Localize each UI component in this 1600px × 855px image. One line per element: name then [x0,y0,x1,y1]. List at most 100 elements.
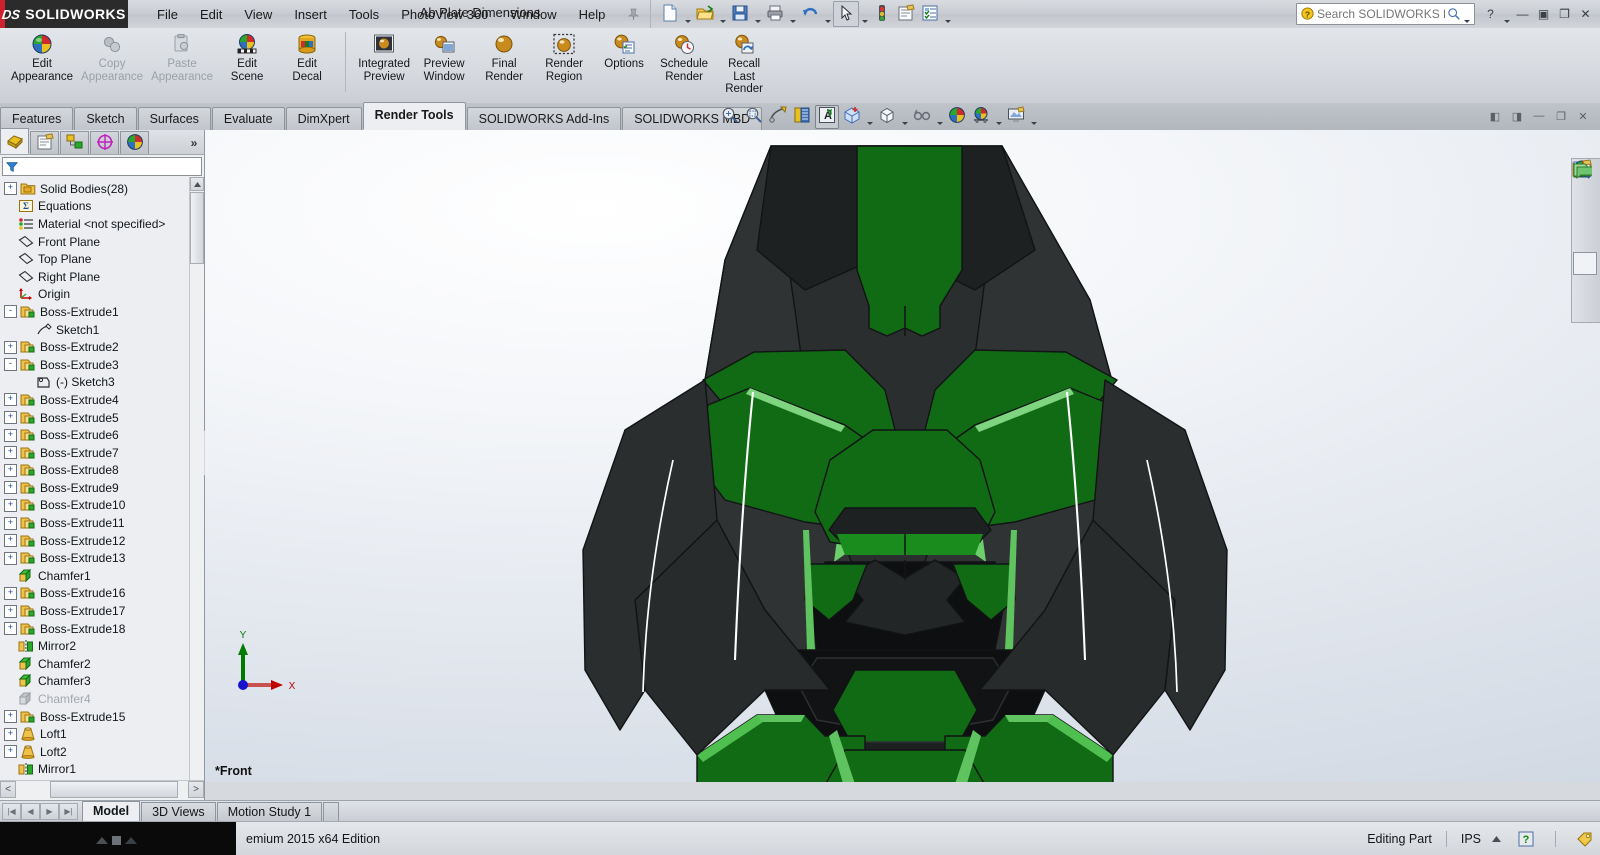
search-help-box[interactable]: ? [1296,3,1475,25]
taskbar-button[interactable] [0,822,236,855]
restore-down-doc-button[interactable]: ❐ [1552,107,1570,125]
tree-toggle[interactable]: - [4,305,17,319]
print-caret[interactable] [787,0,798,30]
tree-node[interactable]: + Boss-Extrude2 [0,338,190,356]
minimize-button[interactable]: — [1513,5,1532,24]
apply-scene-button[interactable] [946,106,968,128]
restore-doc-left-button[interactable]: ◧ [1486,107,1504,125]
tree-node[interactable]: Top Plane [0,250,190,268]
integrated-preview-button[interactable]: Integrated Preview [354,28,414,83]
configuration-manager-tab[interactable] [60,131,89,154]
open-document-caret[interactable] [717,0,728,30]
hide-show-items-button[interactable] [876,106,898,128]
view-settings-caret[interactable] [993,103,1004,131]
first-tab-button[interactable]: |◀ [2,803,21,820]
custom-properties-button[interactable] [1573,163,1597,321]
tree-node[interactable]: + Boss-Extrude8 [0,462,190,480]
close-button[interactable]: ✕ [1576,5,1595,24]
new-document-button[interactable] [658,2,682,26]
menu-view[interactable]: View [233,3,283,26]
dimxpert-manager-tab[interactable] [90,131,119,154]
tree-toggle[interactable]: + [4,516,17,530]
hscroll-thumb[interactable] [50,781,178,798]
tree-toggle[interactable]: + [4,481,17,495]
tree-node[interactable]: + Boss-Extrude13 [0,549,190,567]
file-explorer-button[interactable] [1573,161,1597,252]
tree-node[interactable]: + Boss-Extrude11 [0,514,190,532]
tree-filter-input[interactable] [2,157,202,176]
restore-doc-right-button[interactable]: ◨ [1508,107,1526,125]
tree-node[interactable]: + Boss-Extrude16 [0,585,190,603]
edit-decal-button[interactable]: Edit Decal [277,28,337,83]
schedule-render-button[interactable]: Schedule Render [654,28,714,83]
hscroll-track[interactable] [16,781,188,800]
tab-dimxpert[interactable]: DimXpert [285,107,362,130]
menu-photoview-360[interactable]: PhotoView 360 [390,3,499,26]
menu-file[interactable]: File [146,3,189,26]
tree-node[interactable]: Origin [0,286,190,304]
tree-node[interactable]: Sketch1 [0,321,190,339]
tree-toggle[interactable]: + [4,428,17,442]
search-dropdown-caret[interactable] [1461,0,1472,30]
tree-node[interactable]: Right Plane [0,268,190,286]
tree-node[interactable]: + Solid Bodies(28) [0,180,190,198]
tag-icon[interactable] [1574,828,1596,850]
undo-button[interactable] [798,2,822,26]
prev-tab-button[interactable]: ◀ [21,803,40,820]
previous-view-button[interactable] [767,106,789,128]
tree-toggle[interactable]: + [4,340,17,354]
close-doc-button[interactable]: ✕ [1574,107,1592,125]
menu-edit[interactable]: Edit [189,3,233,26]
tab-features[interactable]: Features [0,107,74,130]
edit-scene-button[interactable]: Edit Scene [217,28,277,83]
tree-toggle[interactable]: + [4,182,17,196]
tree-node[interactable]: + Boss-Extrude4 [0,391,190,409]
help-question-icon[interactable]: ? [1515,828,1537,850]
tree-toggle[interactable]: - [4,358,17,372]
select-caret[interactable] [859,0,870,30]
save-button[interactable] [728,2,752,26]
tree-node[interactable]: + Loft1 [0,725,190,743]
zoom-to-area-button[interactable] [743,106,765,128]
display-style-caret[interactable] [864,103,875,131]
view-orientation-button[interactable]: A [815,104,839,129]
tree-toggle[interactable]: + [4,551,17,565]
final-render-button[interactable]: Final Render [474,28,534,83]
tree-node[interactable]: + Boss-Extrude18 [0,620,190,638]
tree-node[interactable]: + Boss-Extrude9 [0,479,190,497]
tree-toggle[interactable]: + [4,622,17,636]
select-button[interactable] [833,1,860,27]
tree-node[interactable]: + Boss-Extrude7 [0,444,190,462]
edit-appearance-view-caret[interactable] [934,103,945,131]
appearances-scenes-button[interactable] [1573,159,1597,298]
preview-window-button[interactable]: Preview Window [414,28,474,83]
tree-node[interactable]: Chamfer2 [0,655,190,673]
tab-sketch[interactable]: Sketch [74,107,137,130]
help-button[interactable]: ? [1481,5,1500,24]
section-view-button[interactable] [791,106,813,128]
tree-node[interactable]: + Boss-Extrude6 [0,426,190,444]
tree-node[interactable]: + Boss-Extrude15 [0,708,190,726]
units-caret-icon[interactable] [1485,828,1507,850]
tree-toggle[interactable]: + [4,411,17,425]
tree-node[interactable]: (-) Sketch3 [0,374,190,392]
render-region-button[interactable]: Render Region [534,28,594,83]
tree-node[interactable]: Chamfer4 [0,690,190,708]
units-label[interactable]: IPS [1461,832,1481,846]
next-tab-button[interactable]: ▶ [40,803,59,820]
sheet-tab-model[interactable]: Model [82,801,141,822]
tree-node[interactable]: + Boss-Extrude5 [0,409,190,427]
menu-help[interactable]: Help [568,3,617,26]
edit-appearance-button[interactable]: Edit Appearance [7,28,77,83]
render-options-button[interactable]: Options [594,28,654,71]
tree-horizontal-scrollbar[interactable]: < > [0,780,204,800]
tree-node[interactable]: Front Plane [0,233,190,251]
tree-node[interactable]: Mirror1 [0,761,190,779]
tree-node[interactable]: + Boss-Extrude17 [0,602,190,620]
tree-toggle[interactable]: + [4,463,17,477]
restore-button[interactable]: ▣ [1534,5,1553,24]
menu-window[interactable]: Window [499,3,567,26]
tree-node[interactable]: Chamfer3 [0,673,190,691]
file-properties-button[interactable] [894,2,918,26]
tree-node[interactable]: + Boss-Extrude10 [0,497,190,515]
